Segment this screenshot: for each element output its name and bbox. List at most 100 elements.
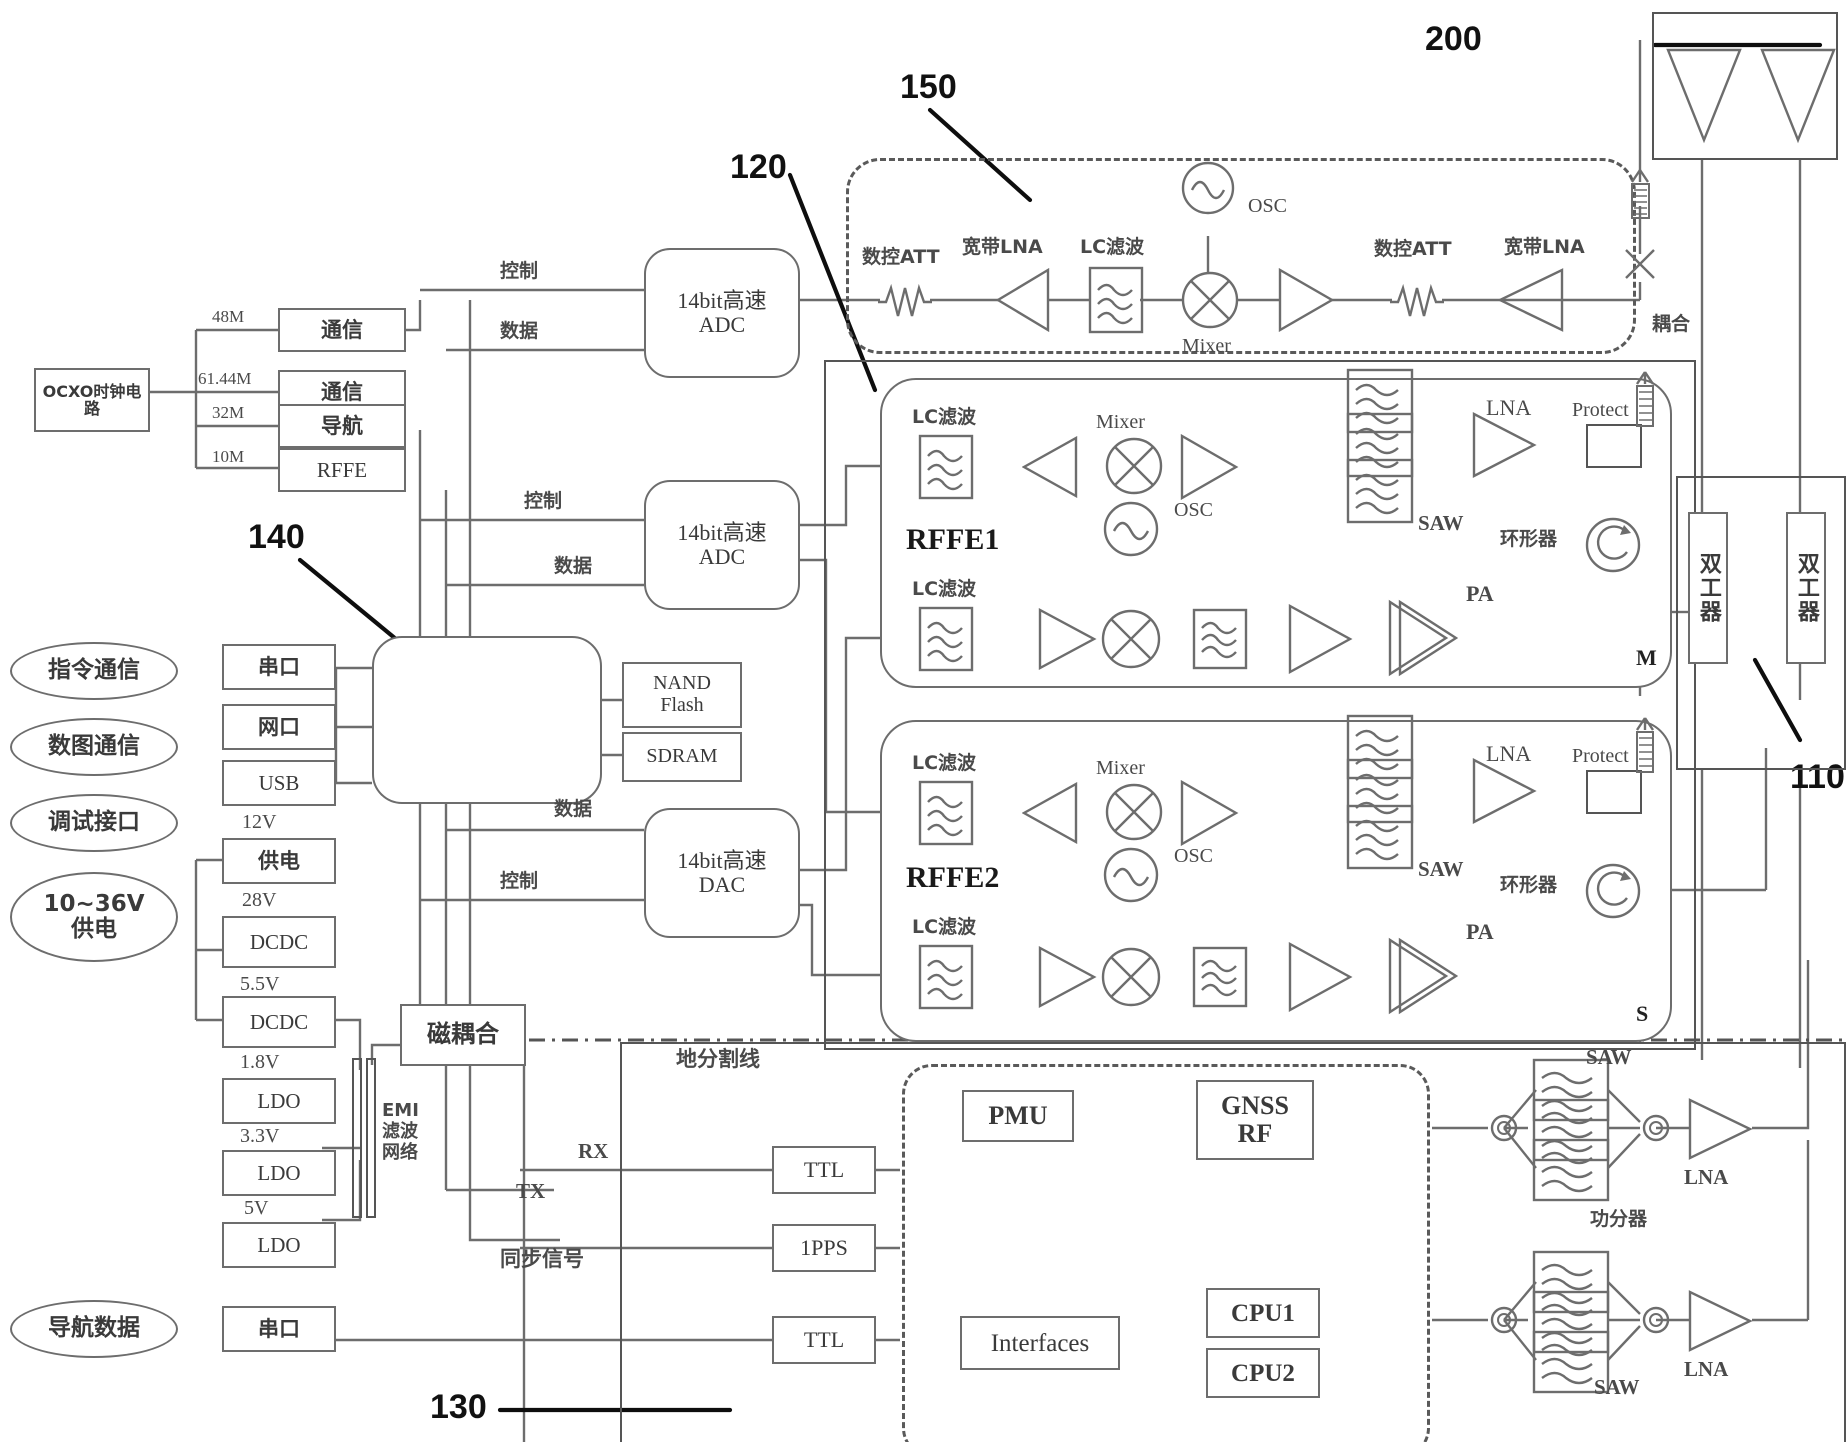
rail-voltage-12v: 12V [242,811,277,833]
power-block-ldo-2[interactable]: LDO [222,1150,336,1196]
lc-filter-icon [1192,608,1248,670]
directional-coupler-icon [1625,169,1655,279]
clock-target-comm-1[interactable]: 通信 [278,308,406,352]
circulator-icon [1585,863,1641,919]
power-block-dcdc-2[interactable]: DCDC [222,996,336,1048]
level-block-ttl-1[interactable]: TTL [772,1146,876,1194]
power-block-ldo-3[interactable]: LDO [222,1222,336,1268]
adc2-data-label: 数据 [554,555,593,577]
oval-navigation-data[interactable]: 导航数据 [10,1300,178,1358]
port-label: 网口 [258,714,300,739]
amplifier-triangle-icon [1688,1290,1753,1352]
oval-power-input[interactable]: 10~36V 供电 [10,872,178,962]
antenna-icon [1636,717,1654,773]
port-usb[interactable]: USB [222,760,336,806]
amplifier-triangle-icon [1388,937,1458,1015]
memory-label: SDRAM [646,745,718,768]
adc-14bit-2[interactable]: 14bit高速 ADC [644,480,800,610]
adc-label: 14bit高速 ADC [677,287,767,337]
ref-120: 120 [730,148,787,186]
rffe1-name: RFFE1 [906,523,1000,556]
dac-data-label: 数据 [554,798,593,820]
power-block-supply[interactable]: 供电 [222,838,336,884]
amplifier-triangle-icon [1022,782,1078,844]
port-label: USB [258,770,300,795]
rffe2-mixer-label: Mixer [1096,757,1145,779]
amplifier-triangle-icon [1180,434,1239,500]
port-serial-top[interactable]: 串口 [222,644,336,690]
oval-label: 数图通信 [48,733,140,760]
nand-flash[interactable]: NAND Flash [622,662,742,728]
cpu2-label: CPU2 [1231,1359,1295,1387]
dac-control-label: 控制 [500,870,539,892]
antenna-icon [1760,48,1836,144]
cpu1-label: CPU1 [1231,1299,1295,1327]
rffe1-saw-label: SAW [1418,511,1464,535]
sdram[interactable]: SDRAM [622,732,742,782]
duplexer-2[interactable]: 双工器 [1786,512,1826,664]
port-serial-nav[interactable]: 串口 [222,1306,336,1352]
interfaces-block[interactable]: Interfaces [960,1316,1120,1370]
cpu2-block[interactable]: CPU2 [1206,1348,1320,1398]
amplifier-triangle-icon [1288,604,1353,674]
label-mixer-150: Mixer [1182,335,1231,357]
interfaces-label: Interfaces [990,1329,1090,1357]
signal-rx-label: RX [578,1139,609,1163]
lc-filter-icon [918,944,974,1010]
rffe2-circulator-label: 环形器 [1500,874,1558,896]
clock-target-rffe[interactable]: RFFE [278,448,406,492]
duplexer-label: 双工器 [1793,552,1819,624]
amplifier-triangle-icon [1022,436,1078,498]
antenna-icon [1666,48,1742,144]
pmu-block[interactable]: PMU [962,1090,1074,1142]
amplifier-triangle-icon [1497,268,1564,332]
gnss-rf-block[interactable]: GNSS RF [1196,1080,1314,1160]
ref-150: 150 [900,68,957,106]
power-block-label: LDO [257,1160,301,1185]
amplifier-triangle-icon [996,268,1050,332]
label-wideband-lna-2: 宽带LNA [1504,236,1585,258]
level-block-ttl-2[interactable]: TTL [772,1316,876,1364]
clock-target-label: RFFE [316,457,368,482]
dac-label: 14bit高速 DAC [677,847,767,897]
rffe1-lc-filter-rx-label: LC滤波 [912,406,977,428]
diagram-canvas: 150 120 140 200 110 130 OCXO时钟电路 48M 61.… [0,0,1846,1442]
duplexer-label: 双工器 [1695,552,1721,624]
rffe1-tag-m: M [1636,645,1657,670]
rffe1-mixer-label: Mixer [1096,411,1145,433]
oval-label: 指令通信 [48,657,140,684]
rffe1-osc-label: OSC [1174,499,1213,521]
clock-freq-6144m: 61.44M [198,369,252,388]
adc-14bit-1[interactable]: 14bit高速 ADC [644,248,800,378]
oval-debug-interface[interactable]: 调试接口 [10,794,178,852]
rffe2-saw-label: SAW [1418,857,1464,881]
attenuator-zigzag-icon [878,283,932,317]
lc-filter-icon [1346,458,1414,524]
clock-freq-32m: 32M [212,403,245,422]
mixer-circle-x-icon [1105,783,1163,841]
cpu1-block[interactable]: CPU1 [1206,1288,1320,1338]
mixer-circle-x-icon [1105,437,1163,495]
power-block-dcdc-1[interactable]: DCDC [222,916,336,968]
fpga-processor-140[interactable] [372,636,602,804]
rffe2-name: RFFE2 [906,861,1000,894]
level-block-1pps[interactable]: 1PPS [772,1224,876,1272]
power-block-ldo-1[interactable]: LDO [222,1078,336,1124]
signal-sync-label: 同步信号 [500,1247,584,1271]
oval-command-comm[interactable]: 指令通信 [10,642,178,700]
ocxo-clock-circuit[interactable]: OCXO时钟电路 [34,368,150,432]
dac-14bit-1[interactable]: 14bit高速 DAC [644,808,800,938]
lc-filter-icon [1088,266,1144,334]
power-splitter-node-icon [1642,1114,1670,1142]
clock-target-nav[interactable]: 导航 [278,404,406,448]
label-digital-att-1: 数控ATT [862,246,940,268]
oscillator-sine-icon [1103,847,1159,903]
port-ethernet[interactable]: 网口 [222,704,336,750]
rffe2-protect-label: Protect [1572,745,1629,767]
duplexer-1[interactable]: 双工器 [1688,512,1728,664]
magnetic-coupler[interactable]: 磁耦合 [400,1004,526,1066]
oval-data-image-comm[interactable]: 数图通信 [10,718,178,776]
rffe1-lc-filter-tx-label: LC滤波 [912,578,977,600]
oscillator-sine-icon [1103,501,1159,557]
rffe1-circulator-label: 环形器 [1500,528,1558,550]
